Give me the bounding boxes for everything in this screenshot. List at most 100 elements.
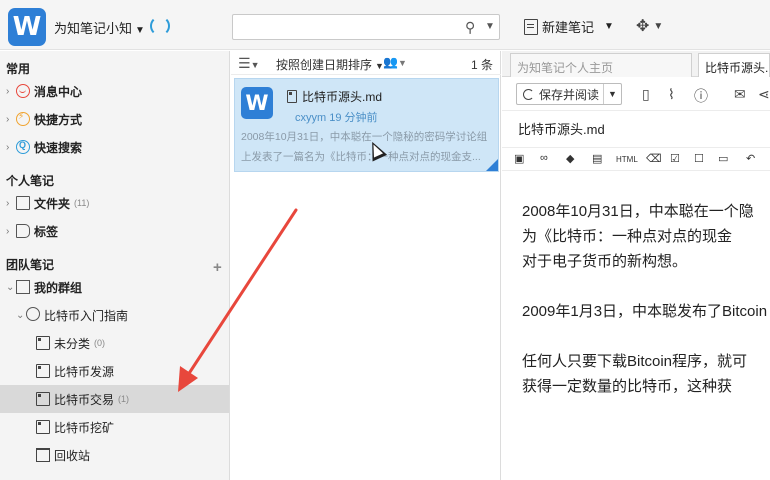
mail-icon[interactable]: ✉: [734, 86, 746, 103]
add-group-button[interactable]: +: [213, 259, 222, 276]
account-menu[interactable]: 为知笔记小知 ▼: [54, 18, 145, 37]
trash-icon: [36, 448, 50, 462]
sidebar-folder-mining[interactable]: 比特币挖矿: [36, 414, 114, 440]
note-icon: [287, 90, 297, 103]
note-list: ☰▼ 按照创建日期排序 ▼ 👥▼ 1 条 W 比特币源头.md cxyym 19 …: [231, 51, 501, 480]
search-input[interactable]: [239, 19, 454, 37]
note-folder-icon: [36, 336, 50, 350]
checklist-icon[interactable]: ☑: [670, 152, 680, 165]
new-note-icon: [524, 18, 538, 35]
folder-count: (11): [74, 198, 90, 208]
folder-icon: [16, 196, 30, 210]
save-and-read-button[interactable]: 保存并阅读 ▼: [516, 83, 622, 105]
people-filter-icon[interactable]: 👥▼: [383, 55, 407, 69]
chevron-right-icon[interactable]: ›: [6, 226, 16, 237]
paragraph-line: 获得一定数量的比特币，这种获: [522, 378, 733, 395]
note-folder-icon: [36, 420, 50, 434]
sidebar-item-folders[interactable]: › 文件夹 (11): [6, 190, 89, 216]
html-icon[interactable]: HTML: [616, 155, 638, 164]
move-icon: ✥: [636, 18, 650, 35]
sidebar-item-tags[interactable]: › 标签: [6, 218, 58, 244]
paragraph: 任何人只要下载Bitcoin程序，就可 获得一定数量的比特币，这种获: [522, 349, 770, 399]
tag-icon[interactable]: ◆: [566, 152, 574, 165]
paragraph-line: 任何人只要下载Bitcoin程序，就可: [522, 353, 748, 370]
chevron-down-icon[interactable]: ▼: [603, 84, 621, 104]
share-corner-icon: [486, 159, 498, 171]
tag-icon: [16, 224, 30, 238]
note-list-header: ☰▼ 按照创建日期排序 ▼ 👥▼ 1 条: [231, 51, 501, 75]
tab-bar: 为知笔记个人主页 比特币源头.md: [502, 51, 770, 77]
search-icon[interactable]: ⚲: [465, 19, 475, 36]
message-icon: [16, 84, 30, 98]
paragraph-line: 2008年10月31日，中本聪在一个隐: [522, 203, 754, 220]
sync-icon[interactable]: [150, 16, 170, 36]
chevron-down-icon[interactable]: ▼: [604, 21, 614, 32]
quick-search-icon: [16, 140, 30, 154]
undo-icon[interactable]: ↶: [746, 152, 755, 165]
note-folder-icon: [36, 364, 50, 378]
sidebar-folder-uncategorized[interactable]: 未分类 (0): [36, 330, 105, 356]
document-icon[interactable]: ▭: [718, 152, 728, 165]
tab-home[interactable]: 为知笔记个人主页: [510, 53, 692, 77]
folder-label: 比特币发源: [54, 364, 115, 379]
link-icon[interactable]: ∞: [540, 152, 548, 164]
move-button[interactable]: ✥ ▼: [636, 16, 663, 36]
bookmark-icon[interactable]: ▯: [642, 86, 650, 103]
sidebar-item-label: 消息中心: [34, 84, 83, 99]
chevron-down-icon[interactable]: ▼: [485, 21, 495, 32]
sidebar-item-my-groups[interactable]: ⌄ 我的群组: [6, 274, 82, 300]
logo-letter: W: [245, 91, 269, 115]
section-title-personal: 个人笔记: [6, 174, 55, 188]
chevron-right-icon[interactable]: ›: [6, 86, 16, 97]
list-view-menu-icon[interactable]: ☰▼: [238, 55, 259, 72]
attachment-icon[interactable]: ⌇: [668, 86, 675, 103]
image-icon[interactable]: ▣: [514, 152, 524, 165]
group-icon: [16, 280, 30, 294]
chevron-down-icon[interactable]: ⌄: [6, 282, 16, 293]
folder-label: 比特币挖矿: [54, 420, 115, 435]
sidebar-item-label: 标签: [34, 224, 59, 239]
account-name: 为知笔记小知: [54, 21, 133, 36]
folder-count: (0): [94, 338, 106, 348]
tab-note[interactable]: 比特币源头.md: [698, 53, 770, 77]
folder-label: 未分类: [54, 336, 91, 351]
note-list-item[interactable]: W 比特币源头.md cxyym 19 分钟前 2008年10月31日，中本聪在…: [234, 78, 499, 172]
sidebar-folder-trading[interactable]: 比特币交易 (1): [36, 386, 129, 412]
section-title-team: 团队笔记: [6, 258, 55, 272]
chevron-right-icon[interactable]: ›: [6, 198, 16, 209]
save-disk-icon[interactable]: ▤: [592, 152, 602, 165]
new-note-button[interactable]: 新建笔记 ▼: [524, 17, 614, 36]
note-title-text: 比特币源头.md: [302, 90, 383, 104]
eraser-icon[interactable]: ⌫: [646, 152, 662, 165]
logo-letter: W: [12, 12, 42, 42]
sidebar-item-label: 快速搜索: [34, 140, 83, 155]
chevron-down-icon[interactable]: ⌄: [16, 310, 26, 321]
search-box[interactable]: ⚲ ▼: [232, 14, 500, 40]
sidebar-folder-trash[interactable]: 回收站: [36, 442, 90, 468]
note-content[interactable]: 2008年10月31日，中本聪在一个隐 为《比特币：一种点对点的现金 对于电子货…: [522, 199, 770, 424]
sidebar: 常用 › 消息中心 › 快捷方式 › 快速搜索 个人笔记 › 文件夹 (11) …: [0, 51, 230, 480]
folder-label: 比特币交易: [54, 392, 115, 407]
sidebar-item-quick-search[interactable]: › 快速搜索: [6, 134, 82, 160]
sidebar-item-group[interactable]: ⌄ 比特币入门指南: [16, 302, 128, 328]
paragraph-line: 2009年1月3日，中本聪发布了Bitcoin: [522, 303, 768, 320]
wiz-logo[interactable]: W: [8, 8, 46, 46]
checkbox-icon[interactable]: ☐: [694, 152, 704, 165]
sidebar-item-messages[interactable]: › 消息中心: [6, 78, 82, 104]
group-name: 比特币入门指南: [44, 308, 129, 323]
new-note-label: 新建笔记: [542, 20, 595, 35]
note-title: 比特币源头.md: [287, 88, 382, 105]
info-icon[interactable]: ⓘ: [694, 86, 708, 106]
chevron-down-icon: ▼: [653, 21, 664, 32]
sort-label: 按照创建日期排序: [276, 58, 373, 72]
chevron-right-icon[interactable]: ›: [6, 142, 16, 153]
chevron-right-icon[interactable]: ›: [6, 114, 16, 125]
sort-dropdown[interactable]: 按照创建日期排序 ▼: [276, 56, 384, 73]
sidebar-item-label: 文件夹: [34, 196, 71, 211]
sidebar-item-shortcuts[interactable]: › 快捷方式: [6, 106, 82, 132]
paragraph-line: 为《比特币：一种点对点的现金: [522, 228, 733, 245]
sidebar-folder-origin[interactable]: 比特币发源: [36, 358, 114, 384]
share-icon[interactable]: ⋖: [758, 86, 770, 103]
save-icon: [523, 88, 534, 100]
editor-note-title[interactable]: 比特币源头.md: [518, 119, 605, 138]
